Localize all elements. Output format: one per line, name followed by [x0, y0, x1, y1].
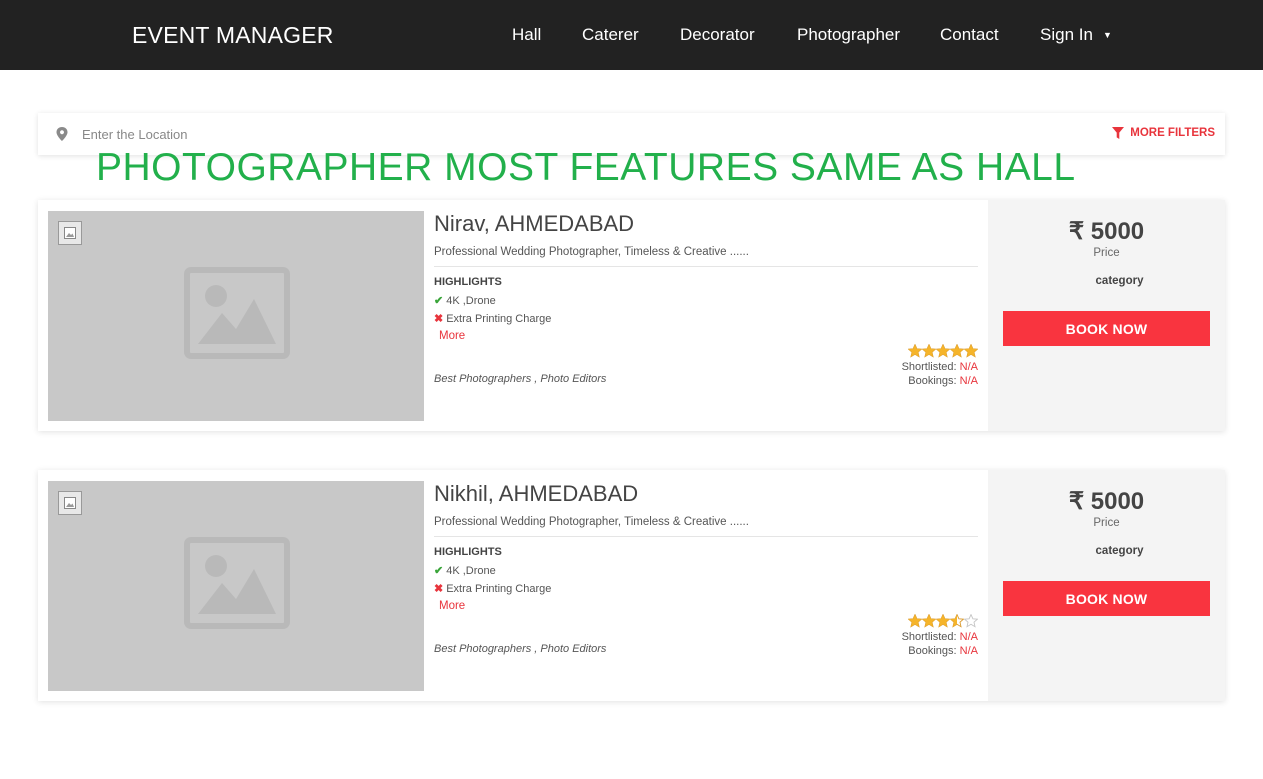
book-now-button[interactable]: BOOK NOW [1003, 311, 1210, 346]
star-empty-icon [964, 614, 978, 628]
more-filters-label: MORE FILTERS [1130, 127, 1215, 139]
highlight-included-label: 4K ,Drone [446, 565, 496, 577]
broken-image-icon [58, 491, 82, 515]
listing-image[interactable] [48, 211, 424, 421]
listing-details: Nirav, AHMEDABAD Professional Wedding Ph… [434, 211, 978, 421]
shortlisted-value: N/A [959, 361, 978, 373]
image-placeholder-icon [184, 267, 290, 359]
star-full-icon [936, 344, 950, 358]
rating-stars [908, 344, 978, 358]
divider [434, 536, 978, 537]
shortlisted-value: N/A [959, 631, 978, 643]
star-full-icon [908, 614, 922, 628]
nav-item-caterer[interactable]: Caterer [582, 25, 639, 45]
listing-subtitle: Professional Wedding Photographer, Timel… [434, 246, 749, 258]
nav-item-decorator[interactable]: Decorator [680, 25, 755, 45]
price-label: Price [1093, 517, 1120, 529]
price-value: ₹ 5000 [1068, 488, 1145, 515]
listing-title[interactable]: Nirav, AHMEDABAD [434, 211, 634, 237]
image-placeholder-icon [184, 537, 290, 629]
listing-image[interactable] [48, 481, 424, 691]
highlight-excluded: ✖ Extra Printing Charge [434, 582, 551, 595]
category-label: category [1095, 275, 1144, 287]
highlight-excluded: ✖ Extra Printing Charge [434, 312, 551, 325]
listing-tags: Best Photographers , Photo Editors [434, 643, 607, 655]
caret-down-icon: ▼ [1102, 30, 1112, 40]
shortlisted-label: Shortlisted: [901, 631, 957, 643]
funnel-icon [1112, 127, 1125, 139]
star-full-icon [922, 344, 936, 358]
star-full-icon [964, 344, 978, 358]
bookings-value: N/A [959, 645, 978, 657]
star-full-icon [936, 614, 950, 628]
listing-subtitle: Professional Wedding Photographer, Timel… [434, 516, 749, 528]
nav-item-sign-in[interactable]: Sign In ▼ [1040, 25, 1112, 45]
broken-image-icon [58, 221, 82, 245]
sign-in-label: Sign In [1040, 25, 1093, 44]
shortlisted-stat: Shortlisted: N/A [902, 361, 978, 373]
listing-tags: Best Photographers , Photo Editors [434, 373, 607, 385]
listing-card: Nikhil, AHMEDABAD Professional Wedding P… [38, 470, 1225, 701]
rating-stars [908, 614, 978, 628]
shortlisted-label: Shortlisted: [901, 361, 957, 373]
highlights-heading: HIGHLIGHTS [434, 546, 502, 558]
checkmark-icon: ✔ [434, 295, 444, 307]
checkmark-icon: ✔ [434, 565, 444, 577]
price-label: Price [1093, 247, 1120, 259]
nav-item-hall[interactable]: Hall [512, 25, 541, 45]
category-label: category [1095, 545, 1144, 557]
location-search-input[interactable] [82, 121, 782, 147]
highlight-excluded-label: Extra Printing Charge [446, 313, 552, 325]
highlight-included: ✔ 4K ,Drone [434, 294, 496, 307]
brand-logo-text[interactable]: EVENT MANAGER [132, 22, 334, 49]
price-panel: ₹ 5000 Price category BOOK NOW [988, 470, 1225, 701]
highlights-heading: HIGHLIGHTS [434, 276, 502, 288]
highlight-included-label: 4K ,Drone [446, 295, 496, 307]
highlight-excluded-label: Extra Printing Charge [446, 583, 552, 595]
nav-item-contact[interactable]: Contact [940, 25, 999, 45]
listing-card: Nirav, AHMEDABAD Professional Wedding Ph… [38, 200, 1225, 431]
shortlisted-stat: Shortlisted: N/A [902, 631, 978, 643]
listing-title[interactable]: Nikhil, AHMEDABAD [434, 481, 638, 507]
more-filters-button[interactable]: MORE FILTERS [1112, 127, 1215, 139]
star-full-icon [950, 344, 964, 358]
map-pin-icon [56, 127, 68, 141]
star-full-icon [908, 344, 922, 358]
cross-icon: ✖ [434, 313, 444, 325]
star-half-icon [950, 614, 964, 628]
top-navbar: EVENT MANAGER Hall Caterer Decorator Pho… [0, 0, 1263, 70]
bookings-label: Bookings: [908, 645, 957, 657]
bookings-label: Bookings: [908, 375, 957, 387]
divider [434, 266, 978, 267]
price-panel: ₹ 5000 Price category BOOK NOW [988, 200, 1225, 431]
nav-item-photographer[interactable]: Photographer [797, 25, 900, 45]
price-value: ₹ 5000 [1068, 218, 1145, 245]
highlight-included: ✔ 4K ,Drone [434, 564, 496, 577]
book-now-button[interactable]: BOOK NOW [1003, 581, 1210, 616]
more-link[interactable]: More [439, 330, 465, 342]
star-full-icon [922, 614, 936, 628]
listing-details: Nikhil, AHMEDABAD Professional Wedding P… [434, 481, 978, 691]
bookings-stat: Bookings: N/A [908, 375, 978, 387]
overlay-heading: PHOTOGRAPHER MOST FEATURES SAME AS HALL [96, 146, 1076, 189]
bookings-value: N/A [959, 375, 978, 387]
more-link[interactable]: More [439, 600, 465, 612]
cross-icon: ✖ [434, 583, 444, 595]
bookings-stat: Bookings: N/A [908, 645, 978, 657]
